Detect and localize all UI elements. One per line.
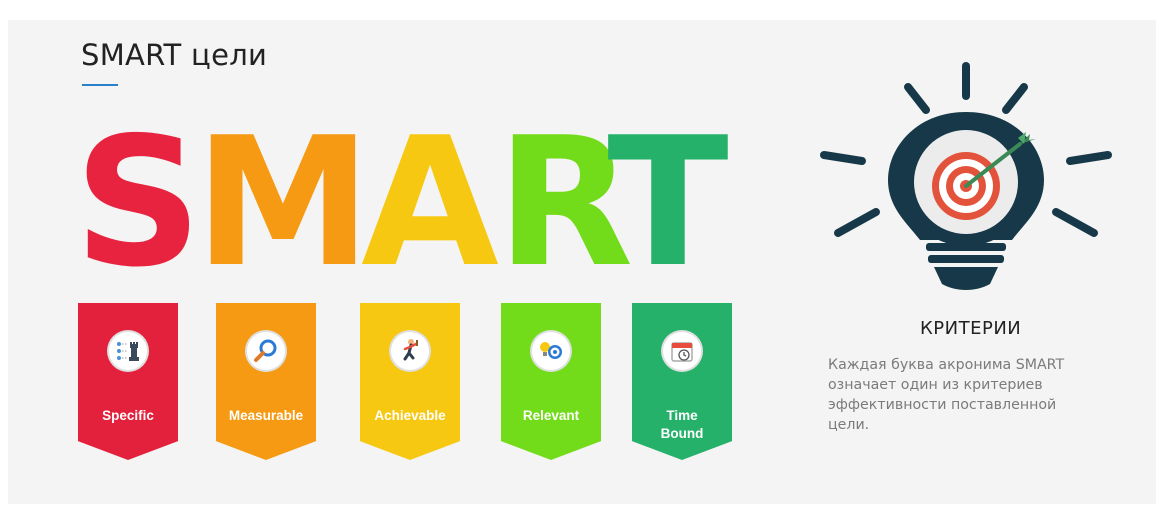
criteria-description: Каждая буква акронима SMART означает оди… bbox=[828, 357, 1065, 433]
banner-measurable: Measurable bbox=[216, 303, 316, 460]
lightbulb-target-icon bbox=[820, 62, 1112, 290]
magnifier-icon bbox=[245, 330, 287, 372]
slide: SMART цели S M A R T Specific Measurable… bbox=[8, 20, 1156, 504]
letter-a: A bbox=[361, 99, 499, 306]
climber-icon bbox=[389, 330, 431, 372]
slide-title: SMART цели bbox=[81, 38, 268, 72]
banner-achievable: Achievable bbox=[360, 303, 460, 460]
letter-s: S bbox=[73, 99, 203, 306]
banner-time-bound: Time Bound bbox=[632, 303, 732, 460]
banner-label: Time Bound bbox=[660, 408, 704, 441]
criteria-title: КРИТЕРИИ bbox=[920, 318, 1022, 339]
title-underline bbox=[82, 84, 118, 86]
calendar-clock-icon bbox=[661, 330, 703, 372]
banner-specific: Specific bbox=[78, 303, 178, 460]
banner-label: Measurable bbox=[228, 408, 304, 423]
banner-label: Achievable bbox=[374, 408, 446, 423]
banner-label: Relevant bbox=[522, 408, 580, 423]
lightbulb-target-icon bbox=[530, 330, 572, 372]
letter-t: T bbox=[607, 99, 729, 306]
chess-strategy-icon bbox=[107, 330, 149, 372]
banner-relevant: Relevant bbox=[501, 303, 601, 460]
banner-label: Specific bbox=[102, 408, 154, 423]
